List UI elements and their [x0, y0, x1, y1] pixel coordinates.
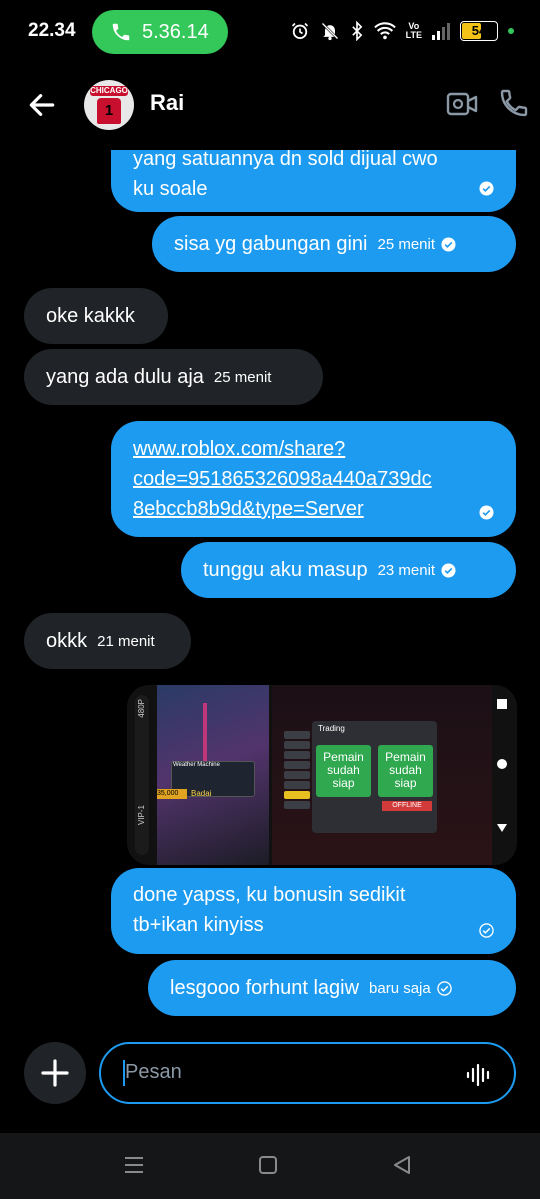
- battery-icon: 54: [460, 21, 498, 41]
- shared-link[interactable]: 8ebccb8b9d&type=Server: [133, 494, 494, 524]
- message-list[interactable]: yang satuannya dn sold dijual cwo ku soa…: [0, 150, 540, 1030]
- dropdown-control-icon[interactable]: [497, 823, 507, 833]
- message-outgoing[interactable]: done yapss, ku bonusin sedikit tb+ikan k…: [111, 868, 516, 954]
- back-arrow-icon[interactable]: [26, 89, 58, 121]
- game-screenshot-right: Trading Pemain sudah siap Pemain sudah s…: [272, 685, 492, 865]
- message-outgoing[interactable]: tunggu aku masup 23 menit: [181, 542, 516, 598]
- read-tick-icon: [479, 181, 494, 196]
- message-outgoing[interactable]: sisa yg gabungan gini 25 menit: [152, 216, 516, 272]
- read-tick-icon: [441, 237, 456, 252]
- conversation-header: CHICAGO 1 Rai: [0, 72, 540, 138]
- home-button-icon[interactable]: [258, 1156, 278, 1174]
- ongoing-call-pill[interactable]: 5.36.14: [92, 10, 228, 54]
- recents-menu-icon[interactable]: [124, 1156, 144, 1174]
- stop-control-icon[interactable]: [497, 699, 507, 709]
- alarm-icon: [291, 22, 308, 39]
- privacy-dot: [508, 28, 514, 34]
- record-control-icon[interactable]: [497, 759, 507, 769]
- shared-link[interactable]: www.roblox.com/share?: [133, 434, 494, 464]
- shared-link[interactable]: code=951865326098a440a739dc: [133, 464, 494, 494]
- message-outgoing[interactable]: lesgooo forhunt lagiw baru saja: [148, 960, 516, 1016]
- status-icons: Vo LTE 54: [290, 18, 514, 44]
- volte-label: Vo LTE: [405, 21, 422, 40]
- sent-tick-icon: [437, 981, 452, 996]
- phone-call-button-icon[interactable]: [498, 86, 530, 120]
- trade-panel: Trading Pemain sudah siap Pemain sudah s…: [312, 721, 437, 833]
- game-screenshot-left: Weather Machine 35,000 Badai: [157, 685, 269, 865]
- message-input-placeholder: Pesan: [125, 1061, 182, 1083]
- signal-icon: [432, 23, 450, 40]
- phone-call-icon: [112, 23, 130, 41]
- contact-name[interactable]: Rai: [150, 90, 184, 116]
- bluetooth-icon: [351, 21, 363, 41]
- call-duration: 5.36.14: [142, 21, 209, 43]
- add-attachment-button[interactable]: [24, 1042, 86, 1104]
- wifi-icon: [373, 22, 396, 40]
- message-incoming[interactable]: yang ada dulu aja 25 menit: [24, 349, 323, 405]
- bell-off-icon: [321, 22, 339, 41]
- message-outgoing[interactable]: yang satuannya dn sold dijual cwo ku soa…: [111, 150, 516, 212]
- image-attachment[interactable]: 480P VIP-1 Weather Machine 35,000 Badai …: [127, 685, 517, 865]
- back-button-icon[interactable]: [392, 1156, 412, 1174]
- status-bar: 22.34 5.36.14 Vo LTE 54: [0, 0, 540, 66]
- sent-tick-icon: [479, 923, 494, 938]
- voice-message-icon[interactable]: [466, 1063, 492, 1087]
- system-navigation-bar: [0, 1133, 540, 1199]
- plus-icon: [41, 1059, 69, 1087]
- message-incoming[interactable]: okkk 21 menit: [24, 613, 191, 669]
- message-input[interactable]: Pesan: [99, 1042, 516, 1104]
- read-tick-icon: [479, 505, 494, 520]
- message-incoming[interactable]: oke kakkk: [24, 288, 168, 344]
- clock: 22.34: [28, 20, 76, 41]
- message-outgoing-link[interactable]: www.roblox.com/share? code=951865326098a…: [111, 421, 516, 537]
- video-call-icon[interactable]: [446, 90, 478, 118]
- avatar[interactable]: CHICAGO 1: [84, 80, 134, 130]
- read-tick-icon: [441, 563, 456, 578]
